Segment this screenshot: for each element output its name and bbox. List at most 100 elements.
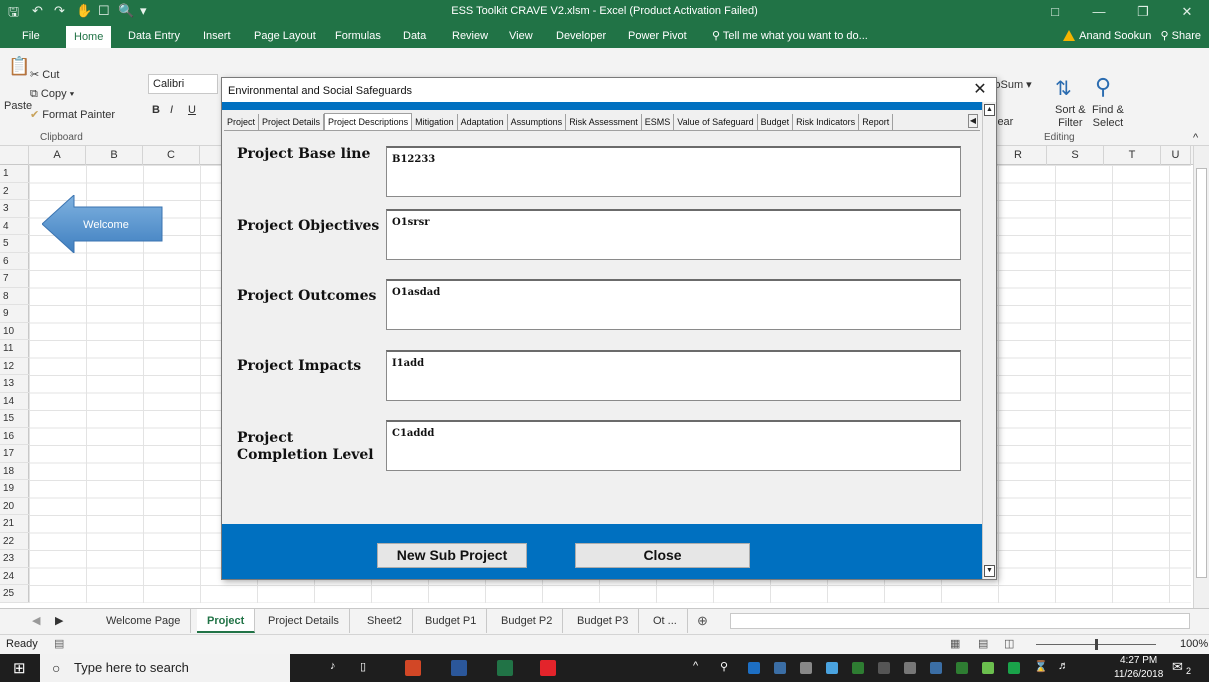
sheet-tab-sheet2[interactable]: Sheet2 — [357, 609, 413, 633]
tab-formulas[interactable]: Formulas — [335, 24, 381, 48]
tab-review[interactable]: Review — [452, 24, 488, 48]
objectives-field[interactable]: O1srsr — [386, 209, 961, 260]
row-header[interactable]: 8 — [0, 288, 29, 305]
select-all-corner[interactable] — [0, 146, 29, 165]
share-button[interactable]: Share — [1172, 30, 1201, 42]
prev-sheet-icon[interactable]: ◀ — [32, 614, 40, 627]
tray-app-icon[interactable] — [774, 662, 786, 674]
add-sheet-icon[interactable]: ⊕ — [697, 613, 708, 629]
sheet-tab-more[interactable]: Ot ... — [643, 609, 688, 633]
microphone-icon[interactable]: ♪ — [330, 660, 336, 672]
window-close-icon[interactable]: ✕ — [1167, 2, 1207, 22]
row-header[interactable]: 7 — [0, 270, 29, 288]
ribbon-display-icon[interactable]: □ — [1035, 2, 1075, 22]
sheet-tab-budget-p1[interactable]: Budget P1 — [415, 609, 488, 633]
page-layout-view-icon[interactable]: ▤ — [978, 637, 988, 650]
row-header[interactable]: 14 — [0, 393, 29, 410]
row-header[interactable]: 2 — [0, 183, 29, 200]
row-header[interactable]: 15 — [0, 410, 29, 428]
tab-home[interactable]: Home — [66, 26, 112, 48]
tray-app-icon[interactable] — [826, 662, 838, 674]
restore-icon[interactable]: ❐ — [1123, 2, 1163, 22]
dialog-tab-risk-assessment[interactable]: Risk Assessment — [566, 114, 642, 130]
row-header[interactable]: 20 — [0, 498, 29, 515]
people-icon[interactable]: ⚲ — [720, 660, 728, 673]
format-painter-button[interactable]: ✔ Format Painter — [30, 108, 115, 121]
dialog-tab-value-of-safeguard[interactable]: Value of Safeguard — [674, 114, 758, 130]
row-header[interactable]: 22 — [0, 533, 29, 550]
sheet-tab-project[interactable]: Project — [197, 609, 256, 633]
paste-icon[interactable]: 📋 — [8, 56, 30, 77]
tab-power-pivot[interactable]: Power Pivot — [628, 24, 687, 48]
zoom-level[interactable]: 100% — [1180, 638, 1208, 650]
tray-app-icon[interactable] — [904, 662, 916, 674]
new-sub-project-button[interactable]: New Sub Project — [377, 543, 527, 568]
normal-view-icon[interactable]: ▦ — [950, 637, 960, 650]
tray-app-icon[interactable] — [956, 662, 968, 674]
welcome-arrow-shape[interactable]: Welcome — [42, 195, 164, 253]
close-button[interactable]: Close — [575, 543, 750, 568]
column-header[interactable]: S — [1047, 146, 1104, 165]
column-header[interactable]: U — [1161, 146, 1191, 165]
column-header[interactable]: A — [29, 146, 86, 165]
tray-expand-icon[interactable]: ^ — [693, 660, 698, 672]
macro-record-icon[interactable]: ▤ — [54, 637, 64, 650]
row-header[interactable]: 16 — [0, 428, 29, 445]
zoom-slider-thumb[interactable] — [1095, 639, 1098, 650]
network-icon[interactable]: ⌛ — [1034, 660, 1048, 673]
row-header[interactable]: 5 — [0, 235, 29, 253]
find-select-button[interactable]: Find & Select — [1092, 104, 1124, 130]
sheet-tab-budget-p2[interactable]: Budget P2 — [491, 609, 564, 633]
tab-developer[interactable]: Developer — [556, 24, 606, 48]
clock-date[interactable]: 11/26/2018 — [1114, 669, 1163, 680]
action-center-icon[interactable]: ✉ — [1172, 659, 1183, 675]
completion-level-field[interactable]: C1addd — [386, 420, 961, 471]
excel-icon[interactable] — [497, 660, 513, 676]
acrobat-icon[interactable] — [540, 660, 556, 676]
tray-app-icon[interactable] — [1008, 662, 1020, 674]
bold-button[interactable]: B — [152, 104, 160, 116]
copy-button[interactable]: ⧉ Copy ▾ — [30, 88, 74, 101]
row-header[interactable]: 13 — [0, 375, 29, 393]
impacts-field[interactable]: I1add — [386, 350, 961, 401]
column-header[interactable]: R — [990, 146, 1047, 165]
sheet-vertical-scrollbar[interactable] — [1193, 146, 1209, 608]
row-header[interactable]: 19 — [0, 480, 29, 498]
row-header[interactable]: 1 — [0, 165, 29, 183]
sort-filter-button[interactable]: Sort & Filter — [1055, 104, 1086, 130]
italic-button[interactable]: I — [170, 104, 173, 116]
clear-button[interactable]: lear — [995, 116, 1013, 128]
powerpoint-icon[interactable] — [405, 660, 421, 676]
page-break-view-icon[interactable]: ◫ — [1004, 637, 1014, 650]
base-line-field[interactable]: B12233 — [386, 146, 961, 197]
row-header[interactable]: 10 — [0, 323, 29, 340]
sheet-tab-budget-p3[interactable]: Budget P3 — [567, 609, 640, 633]
sort-filter-icon[interactable]: ⇅ — [1055, 76, 1072, 101]
minimize-icon[interactable]: — — [1079, 2, 1119, 22]
windows-start-icon[interactable]: ⊞ — [13, 659, 26, 677]
row-header[interactable]: 23 — [0, 550, 29, 568]
tell-me-box[interactable]: ⚲ Tell me what you want to do... — [712, 24, 868, 48]
dialog-tab-mitigation[interactable]: Mitigation — [412, 114, 458, 130]
row-header[interactable]: 21 — [0, 515, 29, 533]
row-header[interactable]: 17 — [0, 445, 29, 463]
tab-data-entry[interactable]: Data Entry — [128, 24, 180, 48]
row-header[interactable]: 3 — [0, 200, 29, 218]
dialog-tab-project[interactable]: Project — [224, 114, 260, 130]
tray-app-icon[interactable] — [852, 662, 864, 674]
sheet-horizontal-scrollbar[interactable] — [730, 613, 1190, 629]
row-header[interactable]: 25 — [0, 585, 29, 603]
dialog-close-icon[interactable]: ✕ — [970, 80, 990, 100]
dialog-tab-adaptation[interactable]: Adaptation — [458, 114, 508, 130]
dialog-scrollbar[interactable]: ▲ ▼ — [982, 102, 996, 579]
tab-data[interactable]: Data — [403, 24, 426, 48]
volume-icon[interactable]: ♬ — [1058, 660, 1069, 672]
sheet-tab-welcome-page[interactable]: Welcome Page — [96, 609, 192, 633]
task-view-icon[interactable]: ▯ — [360, 660, 366, 673]
taskbar-search-box[interactable]: ○ Type here to search — [40, 654, 290, 682]
dialog-tab-project-details[interactable]: Project Details — [259, 114, 325, 130]
scroll-up-icon[interactable]: ▲ — [984, 104, 995, 116]
dialog-tab-esms[interactable]: ESMS — [642, 114, 675, 130]
word-icon[interactable] — [451, 660, 467, 676]
dialog-tab-report[interactable]: Report — [859, 114, 894, 130]
